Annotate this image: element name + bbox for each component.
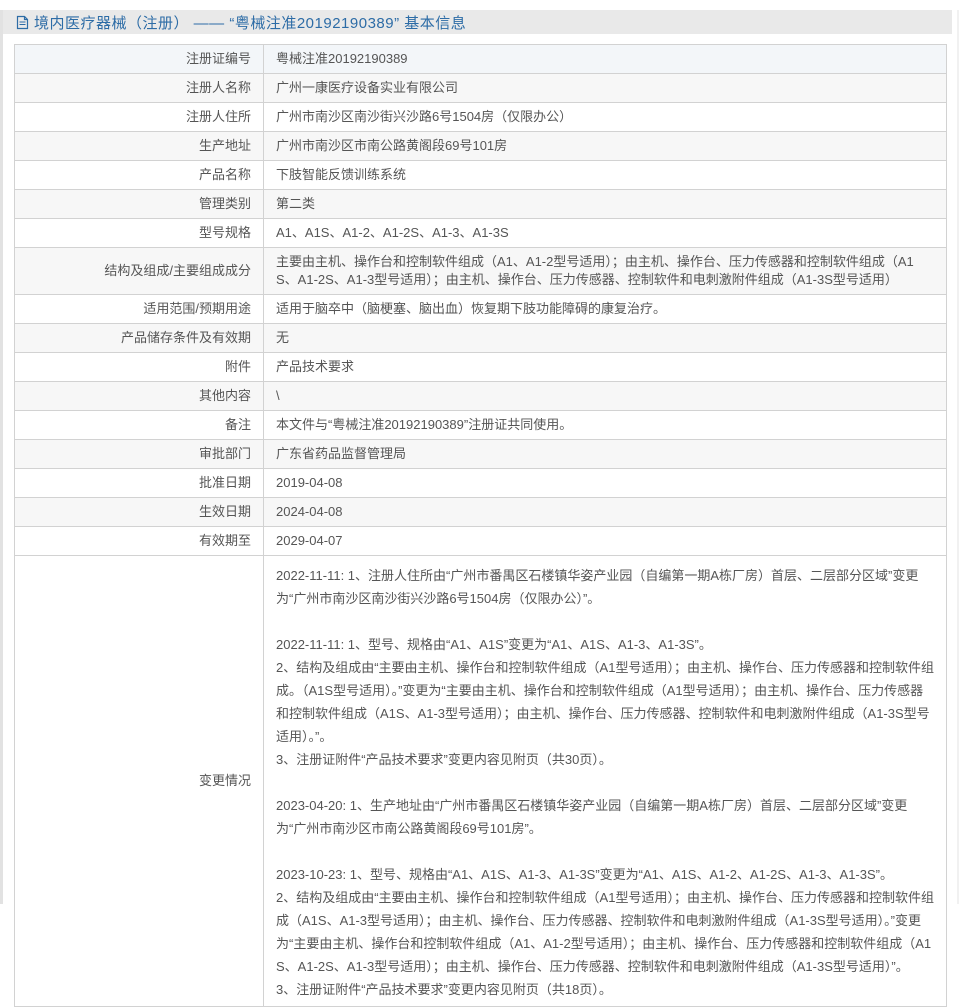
- row-label: 注册人住所: [14, 102, 264, 132]
- table-row: 注册证编号 粤械注准20192190389: [14, 44, 947, 74]
- row-value: 下肢智能反馈训练系统: [263, 160, 947, 190]
- table-row: 管理类别 第二类: [14, 189, 947, 219]
- row-label: 其他内容: [14, 381, 264, 411]
- change-paragraph-line: 2022-11-11: 1、注册人住所由“广州市番禺区石楼镇华姿产业园（自编第一…: [276, 568, 919, 606]
- change-history-value: 2022-11-11: 1、注册人住所由“广州市番禺区石楼镇华姿产业园（自编第一…: [263, 555, 947, 1007]
- row-value: 广东省药品监督管理局: [263, 439, 947, 469]
- row-label: 生产地址: [14, 131, 264, 161]
- row-label: 产品储存条件及有效期: [14, 323, 264, 353]
- row-value: 广州市南沙区南沙街兴沙路6号1504房（仅限办公）: [263, 102, 947, 132]
- row-label: 有效期至: [14, 526, 264, 556]
- change-paragraph: 2023-10-23: 1、型号、规格由“A1、A1S、A1-3、A1-3S”变…: [276, 863, 934, 1001]
- table-row: 其他内容 \: [14, 381, 947, 411]
- row-value: 广州市南沙区市南公路黄阁段69号101房: [263, 131, 947, 161]
- row-value: 产品技术要求: [263, 352, 947, 382]
- row-value: 2029-04-07: [263, 526, 947, 556]
- change-paragraph: 2022-11-11: 1、型号、规格由“A1、A1S”变更为“A1、A1S、A…: [276, 633, 934, 771]
- row-value: 第二类: [263, 189, 947, 219]
- change-history-row: 变更情况 2022-11-11: 1、注册人住所由“广州市番禺区石楼镇华姿产业园（…: [14, 555, 947, 1007]
- table-row: 注册人名称 广州一康医疗设备实业有限公司: [14, 73, 947, 103]
- row-label: 管理类别: [14, 189, 264, 219]
- row-label: 批准日期: [14, 468, 264, 498]
- table-row: 附件 产品技术要求: [14, 352, 947, 382]
- change-paragraph-line: 2022-11-11: 1、型号、规格由“A1、A1S”变更为“A1、A1S、A…: [276, 637, 712, 652]
- change-paragraph: 2023-04-20: 1、生产地址由“广州市番禺区石楼镇华姿产业园（自编第一期…: [276, 794, 934, 840]
- row-value: 2024-04-08: [263, 497, 947, 527]
- row-label: 型号规格: [14, 218, 264, 248]
- row-label: 备注: [14, 410, 264, 440]
- row-label: 生效日期: [14, 497, 264, 527]
- table-row: 产品名称 下肢智能反馈训练系统: [14, 160, 947, 190]
- row-label: 产品名称: [14, 160, 264, 190]
- row-value: 适用于脑卒中（脑梗塞、脑出血）恢复期下肢功能障碍的康复治疗。: [263, 294, 947, 324]
- row-value: 主要由主机、操作台和控制软件组成（A1、A1-2型号适用）；由主机、操作台、压力…: [263, 247, 947, 295]
- page-title: 境内医疗器械（注册） —— “粤械注准20192190389” 基本信息: [34, 14, 467, 32]
- table-row: 型号规格 A1、A1S、A1-2、A1-2S、A1-3、A1-3S: [14, 218, 947, 248]
- row-label: 附件: [14, 352, 264, 382]
- change-paragraph-line: 2023-04-20: 1、生产地址由“广州市番禺区石楼镇华姿产业园（自编第一期…: [276, 798, 908, 836]
- table-row: 审批部门 广东省药品监督管理局: [14, 439, 947, 469]
- table-row: 批准日期 2019-04-08: [14, 468, 947, 498]
- row-label: 结构及组成/主要组成成分: [14, 247, 264, 295]
- table-row: 备注 本文件与“粤械注准20192190389”注册证共同使用。: [14, 410, 947, 440]
- row-label: 适用范围/预期用途: [14, 294, 264, 324]
- row-value: A1、A1S、A1-2、A1-2S、A1-3、A1-3S: [263, 218, 947, 248]
- row-value: 广州一康医疗设备实业有限公司: [263, 73, 947, 103]
- table-row: 有效期至 2029-04-07: [14, 526, 947, 556]
- page-left-margin: [0, 10, 3, 904]
- row-value: 无: [263, 323, 947, 353]
- change-paragraph: 2022-11-11: 1、注册人住所由“广州市番禺区石楼镇华姿产业园（自编第一…: [276, 564, 934, 610]
- row-label: 变更情况: [14, 555, 264, 1007]
- page-header: 境内医疗器械（注册） —— “粤械注准20192190389” 基本信息: [3, 10, 952, 34]
- row-label: 注册证编号: [14, 44, 264, 74]
- row-value: 粤械注准20192190389: [263, 44, 947, 74]
- table-row: 生产地址 广州市南沙区市南公路黄阁段69号101房: [14, 131, 947, 161]
- change-paragraph-line: 2、结构及组成由“主要由主机、操作台和控制软件组成（A1型号适用）；由主机、操作…: [276, 660, 934, 744]
- table-row: 注册人住所 广州市南沙区南沙街兴沙路6号1504房（仅限办公）: [14, 102, 947, 132]
- row-label: 审批部门: [14, 439, 264, 469]
- row-label: 注册人名称: [14, 73, 264, 103]
- table-row: 产品储存条件及有效期无: [14, 323, 947, 353]
- registration-info-table: 注册证编号 粤械注准20192190389 注册人名称 广州一康医疗设备实业有限公司注…: [14, 44, 947, 1007]
- change-paragraph-line: 3、注册证附件“产品技术要求”变更内容见附页（共30页）。: [276, 752, 612, 767]
- change-paragraph-line: 2、结构及组成由“主要由主机、操作台和控制软件组成（A1型号适用）；由主机、操作…: [276, 890, 934, 974]
- change-paragraph-line: 2023-10-23: 1、型号、规格由“A1、A1S、A1-3、A1-3S”变…: [276, 867, 893, 882]
- table-row: 结构及组成/主要组成成分 主要由主机、操作台和控制软件组成（A1、A1-2型号适用…: [14, 247, 947, 295]
- table-row: 生效日期 2024-04-08: [14, 497, 947, 527]
- change-paragraph-line: 3、注册证附件“产品技术要求”变更内容见附页（共18页）。: [276, 982, 612, 997]
- row-value: 本文件与“粤械注准20192190389”注册证共同使用。: [263, 410, 947, 440]
- row-value: \: [263, 381, 947, 411]
- table-row: 适用范围/预期用途 适用于脑卒中（脑梗塞、脑出血）恢复期下肢功能障碍的康复治疗。: [14, 294, 947, 324]
- document-icon: [16, 15, 29, 30]
- row-value: 2019-04-08: [263, 468, 947, 498]
